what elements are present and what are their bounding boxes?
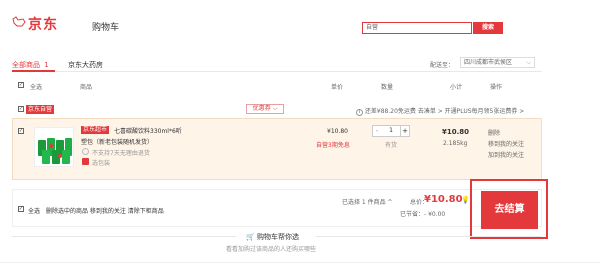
search-input[interactable]: 自营: [362, 22, 472, 34]
chevron-down-icon: ⌵: [526, 59, 531, 66]
quantity-input[interactable]: 1: [381, 125, 401, 137]
col-actions: 操作: [490, 84, 503, 91]
recommend-divider-left: [12, 236, 236, 237]
col-select-all: 全选: [30, 84, 43, 91]
item-tag-supermarket: 京东超市: [81, 126, 110, 134]
tab-all-label: 全部商品: [12, 61, 40, 69]
coupon-button[interactable]: 优惠券 ⌵: [246, 104, 284, 114]
cart-icon: 🛒: [246, 233, 255, 241]
item-weight: 2.185kg: [443, 140, 468, 147]
stock-status: 有货: [385, 142, 398, 149]
page-bottom-edge: [0, 262, 600, 267]
move-to-follow-link[interactable]: 移到我的关注: [488, 139, 524, 148]
shop-checkbox[interactable]: ✓: [18, 106, 24, 112]
jd-dog-logo-icon: [12, 16, 26, 27]
item-subtotal: ¥10.80: [442, 128, 470, 136]
seven-up-cans-image: [38, 138, 72, 164]
gift-icon: [82, 158, 89, 165]
footer-links[interactable]: 删除选中的商品 移到我的关注 清除下柜商品: [46, 208, 164, 215]
item-unit-price: ¥10.80: [327, 128, 348, 135]
item-promo[interactable]: 自营3期免息: [316, 140, 350, 149]
quantity-increase-button[interactable]: +: [400, 125, 410, 137]
chevron-down-icon: ⌵: [272, 105, 278, 112]
return-policy-note: 不支持7天无理由退货: [92, 150, 150, 157]
select-all-checkbox-top[interactable]: ✓: [18, 82, 24, 88]
col-quantity: 数量: [381, 84, 394, 91]
selected-count[interactable]: 已选择 1 件商品 ^: [342, 197, 393, 206]
tab-active-underline: [12, 70, 55, 72]
tab-pharmacy[interactable]: 京东大药房: [68, 60, 103, 70]
delete-link[interactable]: 删除: [488, 128, 500, 137]
bottom-actions[interactable]: 全选 删除选中的商品 移到我的关注 清除下柜商品: [28, 206, 164, 215]
item-title[interactable]: 七喜碳酸饮料330ml*6听: [114, 126, 182, 135]
tab-all-items[interactable]: 全部商品 1: [12, 60, 49, 70]
shop-tag-jd-self[interactable]: 京东自营: [26, 105, 55, 114]
select-all-checkbox-bottom[interactable]: ✓: [18, 206, 24, 212]
col-subtotal: 小计: [450, 84, 463, 91]
shipping-region-value: 四川成都市武侯区: [464, 59, 513, 66]
tab-all-count: 1: [44, 61, 49, 69]
recommend-title-text: 购物车帮你选: [256, 233, 299, 241]
shipping-region-select[interactable]: 四川成都市武侯区 ⌵: [460, 57, 535, 68]
saved-amount: 已节省：- ¥0.00: [400, 211, 446, 218]
search-button[interactable]: 搜索: [473, 22, 503, 34]
jd-logo[interactable]: 京东: [28, 14, 58, 34]
checkout-button[interactable]: 去结算: [481, 191, 538, 229]
lightbulb-icon: 💡: [461, 196, 470, 204]
total-price: ¥10.80: [424, 194, 463, 205]
free-shipping-info[interactable]: i 还差¥88.20免运费 去凑单 > 开通PLUS每月领5张运费券 >: [356, 106, 524, 116]
col-product: 商品: [80, 84, 93, 91]
coupon-label: 优惠券: [252, 105, 271, 112]
no-return-icon: [82, 148, 89, 155]
footer-select-all-label: 全选: [28, 208, 41, 215]
gift-wrap-link[interactable]: 选包装: [92, 158, 110, 167]
recommend-divider-right: [316, 236, 542, 237]
shipping-label: 配送至：: [430, 62, 455, 69]
page-title: 购物车: [92, 23, 120, 33]
free-shipping-text: 还差¥88.20免运费 去凑单 > 开通PLUS每月领5张运费券 >: [364, 108, 525, 115]
item-subtitle[interactable]: 塑包（新老包装随机发货）: [81, 137, 153, 146]
recommend-subtitle: 看看加购过该商品的人还购买哪些: [226, 246, 317, 253]
info-icon: i: [356, 109, 363, 116]
product-image[interactable]: [34, 127, 74, 167]
add-to-follow-link[interactable]: 加到我的关注: [488, 150, 524, 159]
item-checkbox[interactable]: ✓: [18, 128, 24, 134]
col-price: 单价: [331, 84, 344, 91]
recommend-title: 🛒 购物车帮你选: [246, 232, 299, 242]
tab-divider: [12, 71, 542, 72]
